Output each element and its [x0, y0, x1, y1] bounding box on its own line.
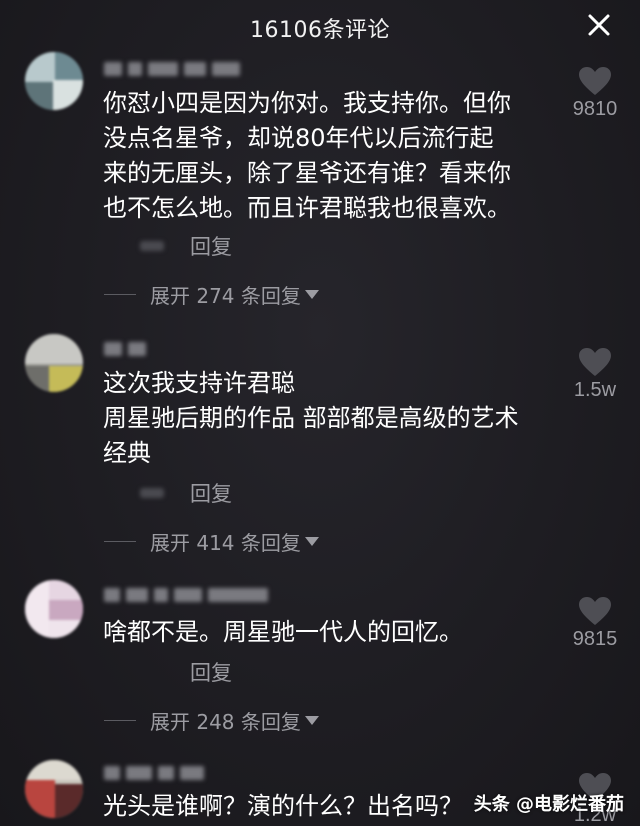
- expand-replies-label: 展开 248 条回复: [150, 709, 301, 734]
- expand-replies-button[interactable]: 展开 414 条回复: [104, 528, 319, 555]
- comment-count-title: 16106条评论: [250, 18, 390, 43]
- expand-replies-button[interactable]: 展开 274 条回复: [104, 281, 319, 308]
- expand-replies-label: 展开 414 条回复: [150, 530, 301, 555]
- source-watermark: 头条 @电影烂番茄: [473, 794, 624, 815]
- comment-text: 你怼小四是因为你对。我支持你。但你 没点名星爷，却说80年代以后流行起 来的无厘…: [103, 89, 511, 222]
- comment-time: [140, 488, 164, 498]
- comment-text: 啥都不是。周星驰一代人的回忆。: [103, 618, 463, 646]
- username[interactable]: [104, 588, 274, 606]
- chevron-down-icon: [304, 289, 319, 299]
- username[interactable]: [104, 766, 210, 784]
- like-count: 9810: [572, 98, 618, 120]
- like-button[interactable]: 1.5w: [560, 347, 630, 402]
- expand-replies-button[interactable]: 展开 248 条回复: [104, 707, 319, 734]
- divider: [104, 293, 136, 295]
- comment-time: [140, 241, 164, 251]
- like-count: 1.5w: [573, 379, 617, 401]
- heart-icon: [579, 597, 611, 625]
- divider: [104, 540, 136, 542]
- like-button[interactable]: 9815: [560, 596, 630, 651]
- comment-text: 这次我支持许君聪 周星驰后期的作品 部部都是高级的艺术 经典: [103, 369, 519, 467]
- close-button[interactable]: [586, 12, 612, 38]
- chevron-down-icon: [304, 715, 319, 725]
- like-button[interactable]: 9810: [560, 66, 630, 121]
- avatar[interactable]: [25, 580, 83, 638]
- reply-button[interactable]: 回复: [190, 478, 232, 508]
- divider: [104, 719, 136, 721]
- avatar[interactable]: [25, 52, 83, 110]
- close-icon[interactable]: [586, 12, 612, 38]
- comments-header: 16106条评论: [0, 0, 640, 52]
- reply-button[interactable]: 回复: [190, 231, 232, 261]
- avatar[interactable]: [25, 334, 83, 392]
- username[interactable]: [104, 342, 152, 360]
- avatar[interactable]: [25, 760, 83, 818]
- reply-button[interactable]: 回复: [190, 657, 232, 687]
- expand-replies-label: 展开 274 条回复: [150, 283, 301, 308]
- like-count: 9815: [572, 628, 618, 650]
- chevron-down-icon: [304, 536, 319, 546]
- heart-icon: [579, 348, 611, 376]
- heart-icon: [579, 67, 611, 95]
- username[interactable]: [104, 62, 246, 80]
